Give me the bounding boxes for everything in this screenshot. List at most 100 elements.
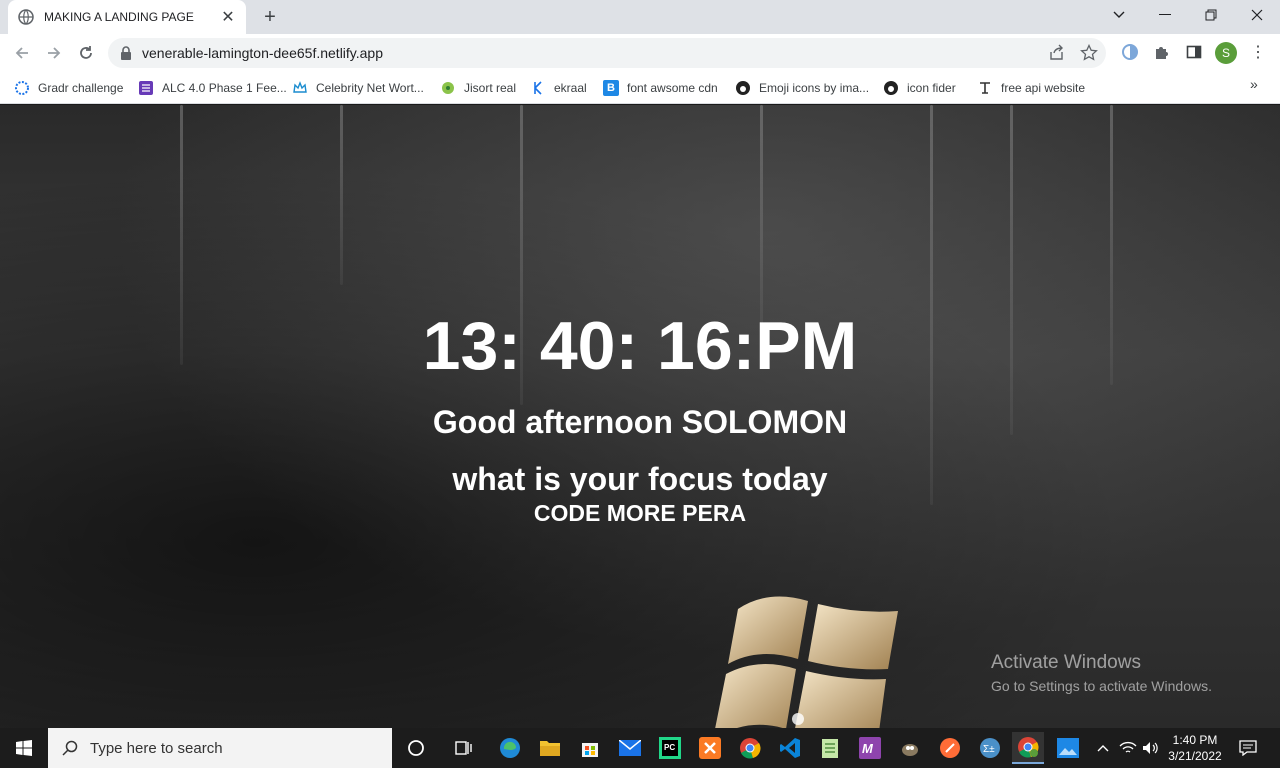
extension-button[interactable] xyxy=(1120,42,1140,62)
close-window-button[interactable] xyxy=(1234,0,1280,30)
lock-icon[interactable] xyxy=(120,46,132,60)
bookmark-free-api[interactable]: free api website xyxy=(977,76,1085,100)
svg-text:PC: PC xyxy=(664,743,675,752)
tab-search-button[interactable] xyxy=(1096,0,1142,30)
arrow-left-icon xyxy=(15,47,28,59)
pycharm-app[interactable]: PC xyxy=(654,732,686,764)
minimize-icon xyxy=(1159,14,1171,15)
restore-icon xyxy=(1205,9,1217,21)
share-icon[interactable] xyxy=(1048,44,1066,62)
bookmark-label: ekraal xyxy=(554,81,587,95)
close-tab-icon[interactable]: ✕ xyxy=(220,7,236,27)
bookmarks-bar: Gradr challenge ALC 4.0 Phase 1 Fee... C… xyxy=(0,72,1280,104)
activate-subtitle: Go to Settings to activate Windows. xyxy=(991,678,1212,694)
profile-avatar[interactable]: S xyxy=(1215,42,1237,64)
bookmark-emoji-icons[interactable]: Emoji icons by ima... xyxy=(735,76,869,100)
bookmark-font-awesome[interactable]: B font awsome cdn xyxy=(603,76,718,100)
pycharm-icon: PC xyxy=(659,737,681,759)
clock-display: 13: 40: 16:PM xyxy=(422,308,858,384)
chrome-profile-app[interactable] xyxy=(1012,732,1044,764)
media-icon: M xyxy=(859,737,881,759)
task-view-button[interactable] xyxy=(447,732,479,764)
speaker-icon xyxy=(1143,742,1158,754)
network-status[interactable] xyxy=(1117,728,1139,768)
globe-icon xyxy=(18,9,34,25)
volume-control[interactable] xyxy=(1140,728,1162,768)
clock-time: 1:40 PM xyxy=(1172,733,1218,747)
mail-app[interactable] xyxy=(614,732,646,764)
browser-toolbar: venerable-lamington-dee65f.netlify.app S… xyxy=(0,34,1280,72)
bookmark-ekraal[interactable]: ekraal xyxy=(530,76,587,100)
extensions-menu-button[interactable] xyxy=(1152,42,1172,62)
arrow-right-icon xyxy=(48,47,61,59)
calculator-app[interactable]: Σ± xyxy=(974,732,1006,764)
puzzle-icon xyxy=(1156,47,1168,59)
url-text[interactable]: venerable-lamington-dee65f.netlify.app xyxy=(142,45,383,61)
action-center-button[interactable] xyxy=(1236,728,1260,768)
close-icon xyxy=(1251,9,1263,21)
forward-button[interactable] xyxy=(42,41,66,65)
bookmark-icon-fider[interactable]: icon fider xyxy=(883,76,956,100)
focus-text[interactable]: CODE MORE PERA xyxy=(0,500,1280,527)
windows-logo-icon xyxy=(715,596,898,728)
store-icon xyxy=(582,743,598,757)
bookmark-label: icon fider xyxy=(907,81,956,95)
circle-icon xyxy=(440,80,456,96)
file-explorer-app[interactable] xyxy=(534,732,566,764)
side-panel-icon xyxy=(1186,45,1202,59)
bookmark-label: Jisort real xyxy=(464,81,517,95)
vscode-app[interactable] xyxy=(774,732,806,764)
chrome-icon xyxy=(1018,737,1039,758)
notepad-app[interactable] xyxy=(814,732,846,764)
activate-title: Activate Windows xyxy=(991,652,1141,673)
cortana-button[interactable] xyxy=(400,732,432,764)
github-icon xyxy=(735,80,751,96)
ekraal-icon xyxy=(530,80,546,96)
focus-question[interactable]: what is your focus today xyxy=(0,461,1280,498)
bookmark-alc[interactable]: ALC 4.0 Phase 1 Fee... xyxy=(138,76,287,100)
back-button[interactable] xyxy=(10,41,34,65)
chrome-app[interactable] xyxy=(734,732,766,764)
postman-app[interactable] xyxy=(934,732,966,764)
photos-icon xyxy=(1057,738,1079,758)
star-icon[interactable] xyxy=(1080,44,1098,62)
windows-start-icon xyxy=(16,740,32,756)
postman-icon xyxy=(940,738,960,758)
more-menu-icon[interactable]: ⋮ xyxy=(1250,42,1266,64)
xampp-app[interactable] xyxy=(694,732,726,764)
system-clock[interactable]: 1:40 PM 3/21/2022 xyxy=(1160,732,1230,764)
restore-button[interactable] xyxy=(1188,0,1234,30)
wifi-icon xyxy=(1119,741,1137,753)
bookmark-gradr-challenge[interactable]: Gradr challenge xyxy=(14,76,123,100)
address-bar[interactable]: venerable-lamington-dee65f.netlify.app xyxy=(108,38,1106,68)
notepad-icon xyxy=(822,739,838,758)
bookmark-celebrity[interactable]: Celebrity Net Wort... xyxy=(292,76,424,100)
bookmark-jisort[interactable]: Jisort real xyxy=(440,76,516,100)
minimize-button[interactable] xyxy=(1142,0,1188,30)
show-hidden-icons-button[interactable] xyxy=(1092,728,1114,768)
background-texture xyxy=(930,105,933,505)
crown-icon xyxy=(292,80,308,96)
gear-icon xyxy=(14,80,30,96)
reload-button[interactable] xyxy=(74,41,98,65)
gimp-app[interactable] xyxy=(894,732,926,764)
cortana-icon xyxy=(408,740,424,756)
side-panel-button[interactable] xyxy=(1184,42,1204,62)
xampp-icon xyxy=(699,737,721,759)
edge-app[interactable] xyxy=(494,732,526,764)
notification-icon xyxy=(1239,740,1257,756)
bookmark-label: font awsome cdn xyxy=(627,81,718,95)
start-button[interactable] xyxy=(0,728,48,768)
media-app[interactable]: M xyxy=(854,732,886,764)
taskbar-search-box[interactable]: Type here to search xyxy=(48,728,392,768)
windows-taskbar: Type here to search PC M Σ± 1:40 PM 3/21… xyxy=(0,728,1280,768)
photos-app[interactable] xyxy=(1052,732,1084,764)
browser-tab[interactable]: MAKING A LANDING PAGE ✕ xyxy=(8,0,246,34)
store-app[interactable] xyxy=(574,732,606,764)
bookmark-label: Emoji icons by ima... xyxy=(759,81,870,95)
new-tab-button[interactable]: + xyxy=(258,5,282,29)
gimp-icon xyxy=(902,744,918,756)
bookmark-label: Celebrity Net Wort... xyxy=(316,81,424,95)
reload-icon xyxy=(80,46,92,59)
bookmarks-overflow-icon[interactable]: » xyxy=(1250,76,1258,92)
